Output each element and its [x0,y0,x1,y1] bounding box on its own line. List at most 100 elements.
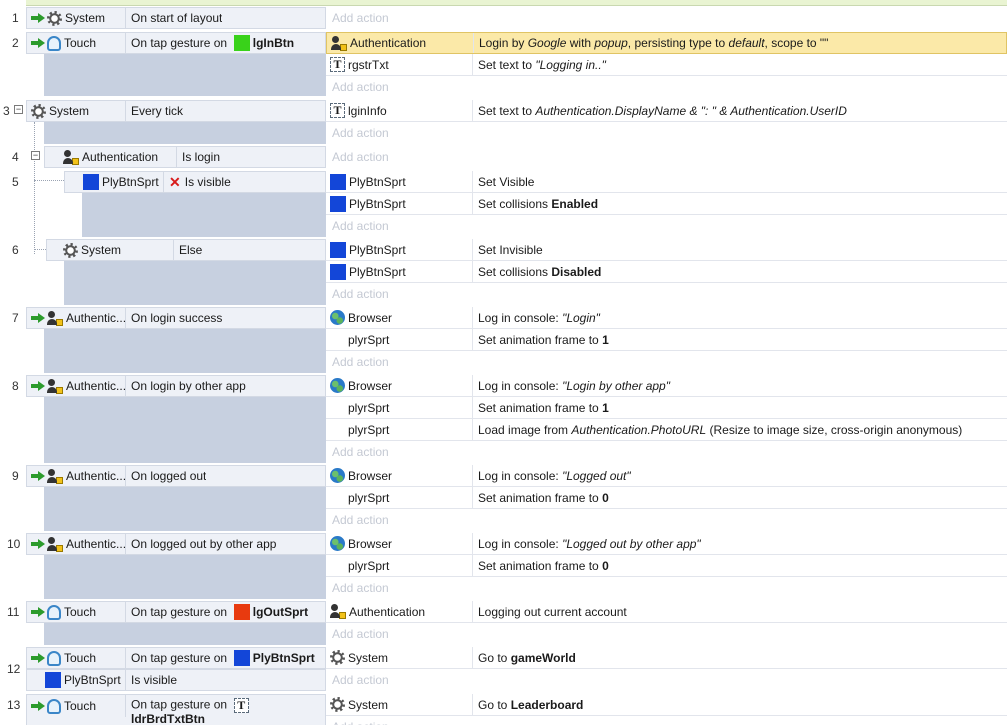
touch-icon [47,604,61,620]
event-number: 11 [7,605,20,619]
touch-icon [47,650,61,666]
gear-icon [330,650,345,665]
event-number: 12 [7,662,21,676]
touch-icon [47,35,61,51]
condition-row[interactable]: Authentication Is login [44,146,326,168]
gear-icon [47,10,62,26]
condition-row[interactable]: Touch On tap gesture on lgInBtn [26,32,326,54]
condition-row[interactable]: Authentic... On login by other app [26,375,326,397]
event-number: 6 [12,243,19,257]
event-number: 7 [12,311,19,325]
add-action-link[interactable]: Add action [326,146,1007,168]
sprite-icon [233,35,250,51]
action-row[interactable]: TrgstrTxt Set text to "Logging in.." [326,54,1007,76]
event-number: 3 [3,104,10,118]
add-action-link[interactable]: Add action [326,623,1007,645]
text-object-icon: T [330,57,345,72]
condition-row[interactable]: Touch On tap gesture on lgOutSprt [26,601,326,623]
action-row[interactable]: System Go to Leaderboard [326,694,1007,716]
trigger-arrow-icon [31,607,45,617]
gear-icon [330,697,345,712]
trigger-arrow-icon [31,471,45,481]
browser-globe-icon [330,468,345,483]
trigger-arrow-icon [31,653,45,663]
sprite-icon [330,195,346,212]
action-row[interactable]: plyrSprt Set animation frame to 1 [326,329,1007,351]
event-number: 9 [12,469,19,483]
action-row[interactable]: plyrSprt Load image from Authentication.… [326,419,1007,441]
action-row[interactable]: Browser Log in console: "Logged out by o… [326,533,1007,555]
action-row[interactable]: Authentication Login by Google with popu… [326,32,1007,54]
authentication-icon [47,310,63,326]
condition-row[interactable]: System Every tick [26,100,326,122]
action-row[interactable]: Browser Log in console: "Login" [326,307,1007,329]
add-action-link[interactable]: Add action [326,122,1007,144]
condition-text: On start of layout [131,11,223,25]
trigger-arrow-icon [31,13,45,23]
browser-globe-icon [330,310,345,325]
event-number: 10 [7,537,21,551]
add-action-link[interactable]: Add action [326,76,1007,98]
add-action-link[interactable]: Add action [326,7,1007,29]
authentication-icon [47,378,63,394]
action-row[interactable]: PlyBtnSprt Set collisions Enabled [326,193,1007,215]
action-row[interactable]: Browser Log in console: "Login by other … [326,375,1007,397]
authentication-icon [331,35,347,51]
condition-row[interactable]: Touch On tap gesture on TldrBrdTxtBtn [26,694,326,725]
event-number: 4 [12,150,19,164]
sprite-icon [330,263,346,280]
authentication-icon [330,604,346,619]
trigger-arrow-icon [31,313,45,323]
add-action-link[interactable]: Add action [326,577,1007,599]
inverted-x-icon: ✕ [169,174,181,190]
action-row[interactable]: PlyBtnSprt Set collisions Disabled [326,261,1007,283]
action-row[interactable]: Authentication Logging out current accou… [326,601,1007,623]
action-row[interactable]: System Go to gameWorld [326,647,1007,669]
condition-row[interactable]: Authentic... On login success [26,307,326,329]
action-row[interactable]: plyrSprt Set animation frame to 1 [326,397,1007,419]
text-object-icon: T [233,698,249,713]
add-action-link[interactable]: Add action [326,215,1007,237]
condition-row[interactable]: PlyBtnSprt ✕ Is visible [64,171,326,193]
condition-row[interactable]: Touch On tap gesture on PlyBtnSprt [26,647,326,669]
add-action-link[interactable]: Add action [326,716,1007,725]
collapse-toggle[interactable]: − [31,151,40,160]
add-action-link[interactable]: Add action [326,351,1007,373]
add-action-link[interactable]: Add action [326,283,1007,305]
text-object-icon: T [330,103,345,118]
group-header[interactable] [26,0,1007,6]
trigger-arrow-icon [31,539,45,549]
action-row[interactable]: PlyBtnSprt Set Visible [326,171,1007,193]
action-row[interactable]: plyrSprt Set animation frame to 0 [326,487,1007,509]
add-action-link[interactable]: Add action [326,669,1007,691]
gear-icon [31,103,46,119]
sprite-icon [330,173,346,190]
trigger-arrow-icon [31,701,45,711]
action-row[interactable]: Browser Log in console: "Logged out" [326,465,1007,487]
action-row[interactable]: TlginInfo Set text to Authentication.Dis… [326,100,1007,122]
sprite-icon [45,672,61,688]
sprite-icon [330,241,346,258]
event-number: 13 [7,698,21,712]
sprite-icon [233,604,250,620]
sprite-icon [83,174,99,190]
add-action-link[interactable]: Add action [326,441,1007,463]
condition-row[interactable]: System On start of layout [26,7,326,29]
authentication-icon [63,149,79,165]
condition-row[interactable]: System Else [46,239,326,261]
authentication-icon [47,468,63,484]
browser-globe-icon [330,536,345,551]
condition-row[interactable]: Authentic... On logged out [26,465,326,487]
event-number: 5 [12,175,19,189]
event-sheet: 1 System On start of layout Add action 2… [0,0,1007,725]
add-action-link[interactable]: Add action [326,509,1007,531]
action-row[interactable]: PlyBtnSprt Set Invisible [326,239,1007,261]
collapse-toggle[interactable]: − [14,105,23,114]
action-row[interactable]: plyrSprt Set animation frame to 0 [326,555,1007,577]
gear-icon [63,242,78,258]
event-number: 2 [12,36,19,50]
condition-row[interactable]: Authentic... On logged out by other app [26,533,326,555]
condition-row[interactable]: PlyBtnSprt Is visible [26,669,326,691]
event-number: 8 [12,379,19,393]
authentication-icon [47,536,63,552]
